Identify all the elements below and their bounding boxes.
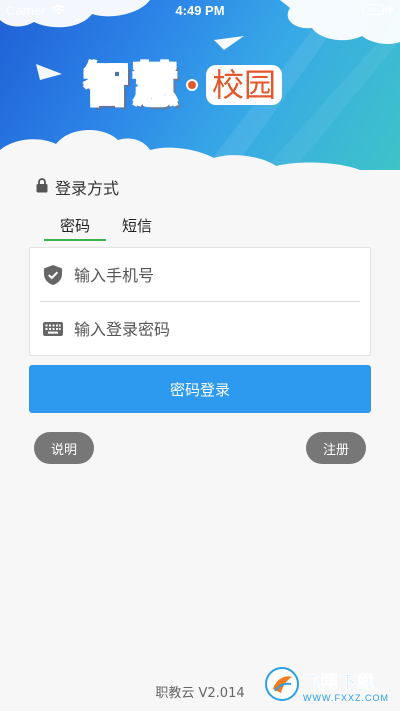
paper-plane-icon	[36, 64, 62, 80]
tab-sms[interactable]: 短信	[106, 213, 168, 241]
tab-password[interactable]: 密码	[44, 213, 106, 241]
password-input[interactable]	[74, 319, 344, 339]
watermark-url: WWW.FXXZ.COM	[303, 693, 389, 703]
password-login-button[interactable]: 密码登录	[29, 365, 371, 413]
login-method-title: 登录方式	[55, 179, 120, 198]
paper-plane-icon	[214, 36, 244, 50]
help-button[interactable]: 说明	[34, 432, 94, 464]
login-method-header: 登录方式	[36, 176, 119, 198]
logo-sub-text: 校园	[206, 64, 283, 106]
watermark: 飞翔下载 WWW.FXXZ.COM	[265, 660, 400, 711]
lock-icon	[36, 177, 48, 197]
watermark-logo-icon	[265, 666, 299, 705]
logo-dot	[186, 79, 198, 91]
battery-icon	[362, 4, 394, 15]
keyboard-icon	[42, 318, 64, 340]
login-form	[29, 247, 371, 356]
phone-input[interactable]	[74, 265, 344, 285]
app-logo: 智慧 校园	[83, 52, 283, 118]
watermark-title: 飞翔下载	[303, 673, 375, 694]
register-button[interactable]: 注册	[306, 432, 366, 464]
clock-time: 4:49 PM	[175, 3, 225, 18]
header-banner: Carrier 4:49 PM 智慧 校园	[0, 0, 400, 174]
shield-check-icon	[42, 264, 64, 286]
login-tabs: 密码 短信	[44, 213, 168, 241]
charging-bolt-icon	[387, 4, 394, 15]
logo-main-text: 智慧	[83, 58, 180, 112]
password-row	[30, 302, 370, 356]
phone-row	[30, 248, 370, 302]
status-bar: Carrier 4:49 PM	[0, 0, 400, 22]
